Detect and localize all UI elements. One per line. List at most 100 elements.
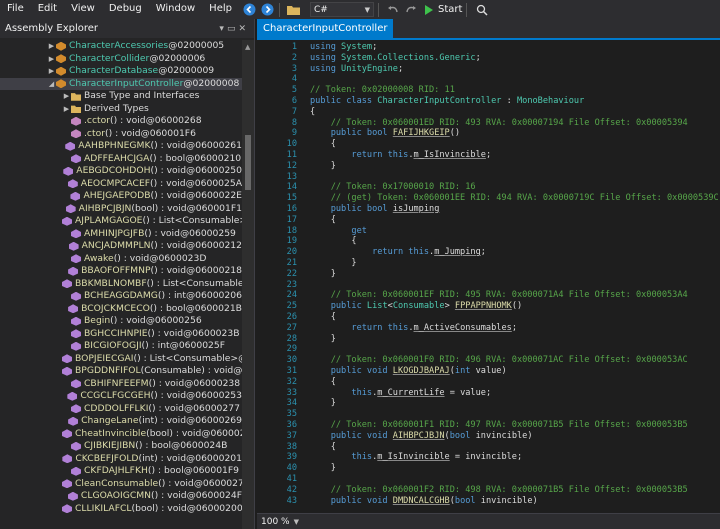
menu-window[interactable]: Window [149, 0, 202, 19]
start-button[interactable]: Start [424, 4, 462, 15]
menu-file[interactable]: File [0, 0, 31, 19]
code-token[interactable]: m_CurrentLife [377, 388, 444, 398]
code-token[interactable]: List [367, 301, 388, 311]
tree-row[interactable]: ◢ CharacterInputController @02000008 [0, 77, 242, 91]
scrollbar-thumb[interactable] [245, 135, 251, 190]
code-token[interactable]: System [341, 42, 372, 52]
tree-row[interactable]: CKCBEFJFOLD (int) : void @06000201 [0, 453, 242, 466]
code-editor[interactable]: 1 using System; 2 using System.Collections.… [257, 40, 720, 513]
code-token[interactable]: FPPAPPNHOMK [455, 301, 512, 311]
tree-row[interactable]: CJIBKIEJIBN() : bool @0600024B [0, 440, 242, 453]
undo-button[interactable] [386, 2, 401, 17]
zoom-select[interactable]: 100 % ▼ [261, 515, 299, 528]
code-token[interactable]: LKOGDJBAPAJ [393, 366, 450, 376]
tree-row[interactable]: AHEJGAEPODB() : void @0600022E [0, 190, 242, 203]
expand-toggle-icon[interactable]: ◢ [47, 78, 56, 91]
tree-row[interactable]: ▶ Derived Types [0, 103, 242, 116]
language-select[interactable]: C# ▼ [309, 2, 374, 17]
tree-row[interactable]: CCGCLFGCGEH() : void @06000253 [0, 390, 242, 403]
code-token[interactable]: CharacterInputController [377, 96, 501, 106]
open-button[interactable] [287, 2, 302, 17]
tree-row[interactable]: CLLIKILAFCL (bool) : void @06000200 [0, 503, 242, 516]
pin-icon[interactable]: ▾ [219, 24, 227, 34]
tree-row[interactable]: ▶ CharacterDatabase @02000009 [0, 65, 242, 78]
tree-row[interactable]: CleanConsumable() : void @06000279 [0, 478, 242, 491]
tree-row[interactable]: CLGOAOIGCMN() : void @0600024F [0, 490, 242, 503]
tree-row[interactable]: AEBGDCOHDOH() : void @06000250 [0, 165, 242, 178]
toolbar-separator [377, 2, 379, 17]
menu-help[interactable]: Help [202, 0, 239, 19]
tree-row[interactable]: CBHIFNFEEFM() : void @06000238 [0, 378, 242, 391]
tree-row[interactable]: ▶ CharacterCollider @02000006 [0, 53, 242, 66]
ctor-icon [71, 116, 81, 126]
code-token[interactable]: MonoBehaviour [517, 96, 584, 106]
tree-row[interactable]: BGHCCIHNPIE() : void @0600023B [0, 328, 242, 341]
menu-debug[interactable]: Debug [102, 0, 149, 19]
search-button[interactable] [474, 2, 489, 17]
line-number: 3 [291, 63, 297, 74]
code-token[interactable]: Consumable [393, 301, 445, 311]
tree-row[interactable]: AMHINJPGJFB() : void @06000259 [0, 228, 242, 241]
line-number: 17 [286, 214, 297, 225]
code-token[interactable]: isJumping [393, 204, 440, 214]
tree-row[interactable]: .ctor() : void @060001F6 [0, 128, 242, 141]
code-token[interactable]: m_IsInvincible [414, 150, 486, 160]
code-token[interactable]: m_IsInvincible [377, 452, 449, 462]
auto-hide-icon[interactable]: ▭ [227, 24, 239, 34]
code-token[interactable]: m_Jumping [434, 247, 481, 257]
expand-toggle-icon[interactable]: ▶ [62, 103, 71, 116]
tree-row[interactable]: BCHEAGGDAMG() : int @06000206 [0, 290, 242, 303]
tree-row[interactable]: ADFFEAHCJGA() : bool @06000210 [0, 153, 242, 166]
tree-row[interactable]: ▶ CharacterAccessories @02000005 [0, 40, 242, 53]
tree-row[interactable]: AIHBPCJBJN (bool) : void @060001F1 [0, 203, 242, 216]
forward-button[interactable] [260, 2, 275, 17]
tree-scrollbar[interactable]: ▲ [242, 40, 254, 529]
line-number: 39 [286, 452, 297, 463]
tree-row[interactable]: ANCJADMMPLN() : void @06000212 [0, 240, 242, 253]
expand-toggle-icon[interactable]: ▶ [47, 65, 56, 78]
code-token[interactable]: UnityEngine [341, 64, 398, 74]
code-token[interactable]: FAFIJHKGEIP [393, 128, 450, 138]
language-value: C# [313, 4, 328, 15]
tree-row[interactable]: BBKMBLNOMBF() : List<Consumable> [0, 278, 242, 291]
expand-toggle-icon[interactable]: ▶ [47, 53, 56, 66]
method-icon [71, 316, 81, 326]
code-text: public void DMDNCALCGHB(bool invincible) [310, 496, 538, 507]
tree-row-signature: () : void [113, 252, 150, 264]
close-icon[interactable]: ✕ [238, 24, 249, 34]
tree-row[interactable]: ChangeLane (int) : void @06000269 [0, 415, 242, 428]
tree-row[interactable]: CheatInvincible (bool) : void @060002 [0, 428, 242, 441]
code-token[interactable]: AIHBPCJBJN [393, 431, 445, 441]
tree-row[interactable]: .cctor() : void @06000268 [0, 115, 242, 128]
tree-row[interactable]: BOPJEIECGAI() : List<Consumable> @ [0, 353, 242, 366]
tree-row[interactable]: AEOCMPCACEF() : void @0600025A [0, 178, 242, 191]
panel-controls[interactable]: ▾▭✕ [219, 19, 254, 38]
menu-view[interactable]: View [64, 0, 102, 19]
code-token: ; [480, 247, 486, 258]
assembly-tree[interactable]: ▶ CharacterAccessories @02000005 ▶ Characte… [0, 40, 242, 529]
line-number: 34 [286, 398, 297, 409]
tree-row[interactable]: AJPLAMGAGOE() : List<Consumable> [0, 215, 242, 228]
redo-button[interactable] [404, 2, 419, 17]
tree-row[interactable]: BCOJCKMCECO() : bool @0600021B [0, 303, 242, 316]
tree-row[interactable]: Begin() : void @06000256 [0, 315, 242, 328]
tree-row[interactable]: AAHBPHNEGMK() : void @06000261 [0, 140, 242, 153]
menu-edit[interactable]: Edit [31, 0, 64, 19]
scroll-up-icon[interactable]: ▲ [245, 43, 250, 51]
expand-toggle-icon[interactable]: ▶ [62, 90, 71, 103]
code-token[interactable]: DMDNCALCGHB [393, 496, 450, 506]
code-token[interactable]: System.Collections.Generic [341, 53, 476, 63]
tree-row[interactable]: ▶ Base Type and Interfaces [0, 90, 242, 103]
back-button[interactable] [242, 2, 257, 17]
expand-toggle-icon[interactable]: ▶ [47, 40, 56, 53]
tree-row[interactable]: BBAOFOFFMNP() : void @06000218 [0, 265, 242, 278]
tab-character-input-controller[interactable]: CharacterInputController [257, 19, 394, 38]
tree-row-signature: () : void [150, 265, 187, 276]
tree-row[interactable]: BICGIOFOGJI() : int @0600025F [0, 340, 242, 353]
tree-row[interactable]: CDDDOLFFLKI() : void @06000277 [0, 403, 242, 416]
line-number: 36 [286, 420, 297, 430]
tree-row[interactable]: BPGDDNFIFOL(Consumable) : void @0600 [0, 365, 242, 378]
code-token[interactable]: m_ActiveConsumables [414, 323, 512, 333]
tree-row[interactable]: CKFDAJHLFKH() : bool @060001F9 [0, 465, 242, 478]
tree-row[interactable]: Awake() : void @0600023D [0, 253, 242, 266]
